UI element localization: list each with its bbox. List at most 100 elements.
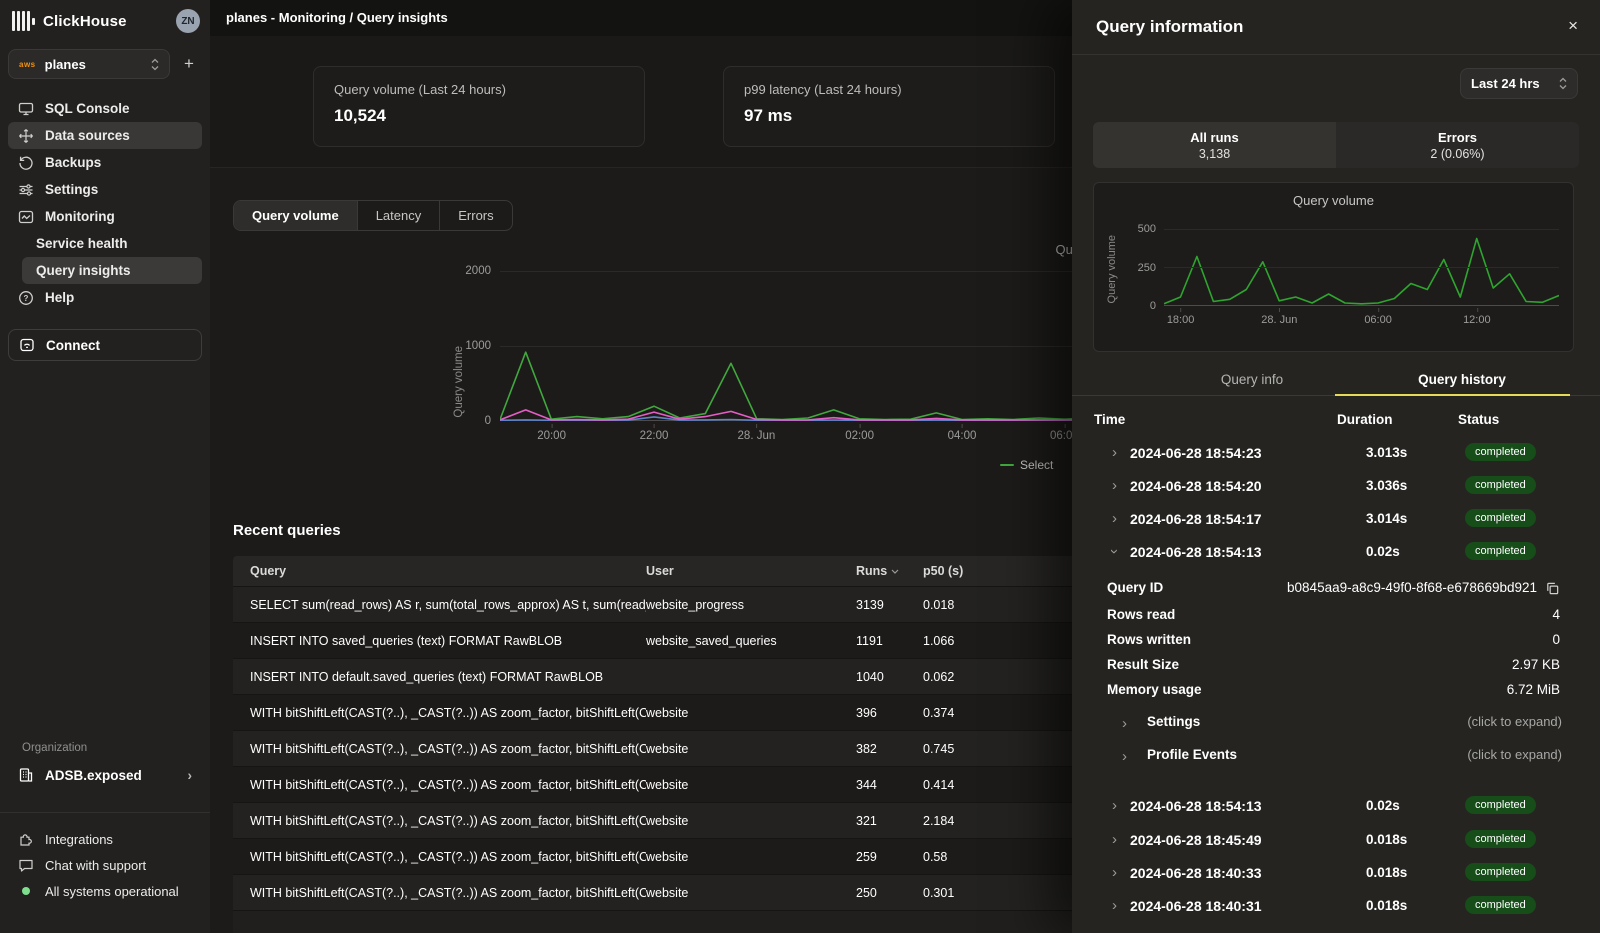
organization-selector[interactable]: ADSB.exposed › (8, 760, 202, 790)
detail-rows-written: Rows written 0 (1072, 632, 1600, 657)
toggle-label: Errors (1438, 130, 1477, 145)
row-time: 2024-06-28 18:54:13 (1130, 544, 1262, 560)
history-row[interactable]: › 2024-06-28 18:54:23 3.013s completed (1072, 438, 1600, 471)
cell-query: WITH bitShiftLeft(CAST(?..), _CAST(?..))… (233, 742, 646, 756)
cell-user: website (646, 886, 856, 900)
sidebar-item-monitoring[interactable]: Monitoring (8, 203, 202, 230)
tab-query-info[interactable]: Query info (1132, 368, 1372, 396)
table-row[interactable]: WITH bitShiftLeft(CAST(?..), _CAST(?..))… (233, 766, 1082, 802)
history-row[interactable]: › 2024-06-28 18:40:31 0.018s completed (1072, 891, 1600, 924)
history-row-expanded[interactable]: › 2024-06-28 18:54:13 0.02s completed (1072, 537, 1600, 570)
table-row[interactable]: WITH bitShiftLeft(CAST(?..), _CAST(?..))… (233, 694, 1082, 730)
chevron-updown-icon (151, 58, 159, 71)
integrations-puzzle-icon (18, 831, 34, 847)
row-time: 2024-06-28 18:40:31 (1130, 898, 1262, 914)
column-header-time: Time (1094, 412, 1125, 427)
panel-query-volume-chart: Query volume Query volume 0250500 18:002… (1093, 182, 1574, 352)
system-status[interactable]: All systems operational (8, 878, 202, 904)
table-row[interactable]: WITH bitShiftLeft(CAST(?..), _CAST(?..))… (233, 838, 1082, 874)
detail-value: 6.72 MiB (1507, 682, 1560, 697)
tab-query-volume[interactable]: Query volume (234, 201, 357, 230)
history-row[interactable]: › 2024-06-28 18:54:17 3.014s completed (1072, 504, 1600, 537)
row-time: 2024-06-28 18:40:33 (1130, 865, 1262, 881)
column-header-runs[interactable]: Runs (856, 564, 923, 578)
stat-label: Query volume (Last 24 hours) (334, 82, 624, 97)
cell-query: INSERT INTO saved_queries (text) FORMAT … (233, 634, 646, 648)
row-duration: 0.02s (1366, 544, 1400, 559)
sidebar-item-chat-support[interactable]: Chat with support (8, 852, 202, 878)
sidebar-item-service-health[interactable]: Service health (8, 230, 202, 257)
tab-errors[interactable]: Errors (439, 201, 511, 230)
cell-runs: 396 (856, 706, 923, 720)
expand-hint: (click to expand) (1467, 747, 1562, 762)
column-header-query[interactable]: Query (233, 564, 646, 578)
chevron-right-icon[interactable]: › (1112, 798, 1117, 813)
service-selector[interactable]: aws planes (8, 49, 170, 79)
tab-query-history[interactable]: Query history (1352, 368, 1572, 396)
chevron-right-icon[interactable]: › (1112, 445, 1117, 460)
plot-area (1164, 229, 1559, 306)
cell-query: WITH bitShiftLeft(CAST(?..), _CAST(?..))… (233, 814, 646, 828)
chevron-right-icon[interactable]: › (1112, 478, 1117, 493)
sidebar-item-backups[interactable]: Backups (8, 149, 202, 176)
cell-query: SELECT sum(read_rows) AS r, sum(total_ro… (233, 598, 646, 612)
toggle-all-runs[interactable]: All runs 3,138 (1093, 122, 1336, 168)
chevron-down-icon[interactable]: › (1107, 549, 1122, 554)
close-icon[interactable]: × (1568, 16, 1578, 36)
history-row[interactable]: › 2024-06-28 18:54:13 0.02s completed (1072, 791, 1600, 824)
copy-icon[interactable] (1545, 581, 1560, 596)
monitoring-icon (18, 209, 34, 225)
cell-user: website (646, 706, 856, 720)
sidebar-item-settings[interactable]: Settings (8, 176, 202, 203)
help-icon: ? (18, 290, 34, 306)
column-header-user[interactable]: User (646, 564, 856, 578)
table-row[interactable]: WITH bitShiftLeft(CAST(?..), _CAST(?..))… (233, 730, 1082, 766)
sidebar-item-data-sources[interactable]: Data sources (8, 122, 202, 149)
detail-memory-usage: Memory usage 6.72 MiB (1072, 682, 1600, 707)
table-row[interactable]: INSERT INTO default.saved_queries (text)… (233, 658, 1082, 694)
sidebar-item-integrations[interactable]: Integrations (8, 826, 202, 852)
time-range-select[interactable]: Last 24 hrs (1460, 68, 1578, 99)
row-duration: 0.018s (1366, 898, 1407, 913)
connect-label: Connect (46, 338, 100, 353)
tab-latency[interactable]: Latency (357, 201, 440, 230)
add-service-button[interactable]: + (176, 54, 202, 74)
chevron-right-icon[interactable]: › (1112, 511, 1117, 526)
table-row[interactable]: WITH bitShiftLeft(CAST(?..), _CAST(?..))… (233, 802, 1082, 838)
cell-runs: 1191 (856, 634, 923, 648)
recent-queries-table: Query User Runs p50 (s) SELECT sum(read_… (233, 556, 1082, 933)
row-duration: 0.018s (1366, 865, 1407, 880)
profile-events-expander[interactable]: › Profile Events (click to expand) (1072, 747, 1600, 772)
history-row[interactable]: › 2024-06-28 18:40:33 0.018s completed (1072, 858, 1600, 891)
cell-p50: 0.018 (923, 598, 1023, 612)
aws-icon: aws (19, 60, 36, 69)
sidebar-item-sql-console[interactable]: SQL Console (8, 95, 202, 122)
history-row[interactable]: › 2024-06-28 18:54:20 3.036s completed (1072, 471, 1600, 504)
chevron-right-icon[interactable]: › (1112, 865, 1117, 880)
toggle-errors[interactable]: Errors 2 (0.06%) (1336, 122, 1579, 168)
active-tab-underline (1335, 394, 1570, 396)
chevron-right-icon[interactable]: › (1112, 832, 1117, 847)
cell-query: WITH bitShiftLeft(CAST(?..), _CAST(?..))… (233, 706, 646, 720)
cell-p50: 2.184 (923, 814, 1023, 828)
table-row[interactable]: INSERT INTO saved_queries (text) FORMAT … (233, 622, 1082, 658)
connect-button[interactable]: Connect (8, 329, 202, 361)
status-badge: completed (1465, 509, 1536, 527)
sidebar-item-query-insights[interactable]: Query insights (22, 257, 202, 284)
settings-expander[interactable]: › Settings (click to expand) (1072, 714, 1600, 739)
sidebar-item-label: Data sources (45, 128, 130, 143)
cell-query: WITH bitShiftLeft(CAST(?..), _CAST(?..))… (233, 778, 646, 792)
chevron-right-icon: › (1122, 716, 1127, 731)
chevron-right-icon[interactable]: › (1112, 898, 1117, 913)
gridline (1164, 267, 1559, 268)
column-header-p50[interactable]: p50 (s) (923, 564, 1023, 578)
user-avatar[interactable]: ZN (176, 9, 200, 33)
history-row[interactable]: › 2024-06-28 18:45:49 0.018s completed (1072, 825, 1600, 858)
chat-support-label: Chat with support (45, 858, 146, 873)
sidebar-item-help[interactable]: ? Help (8, 284, 202, 311)
status-badge: completed (1465, 476, 1536, 494)
toggle-label: All runs (1190, 130, 1238, 145)
row-time: 2024-06-28 18:45:49 (1130, 832, 1262, 848)
table-row[interactable]: WITH bitShiftLeft(CAST(?..), _CAST(?..))… (233, 874, 1082, 910)
table-row[interactable]: SELECT sum(read_rows) AS r, sum(total_ro… (233, 586, 1082, 622)
